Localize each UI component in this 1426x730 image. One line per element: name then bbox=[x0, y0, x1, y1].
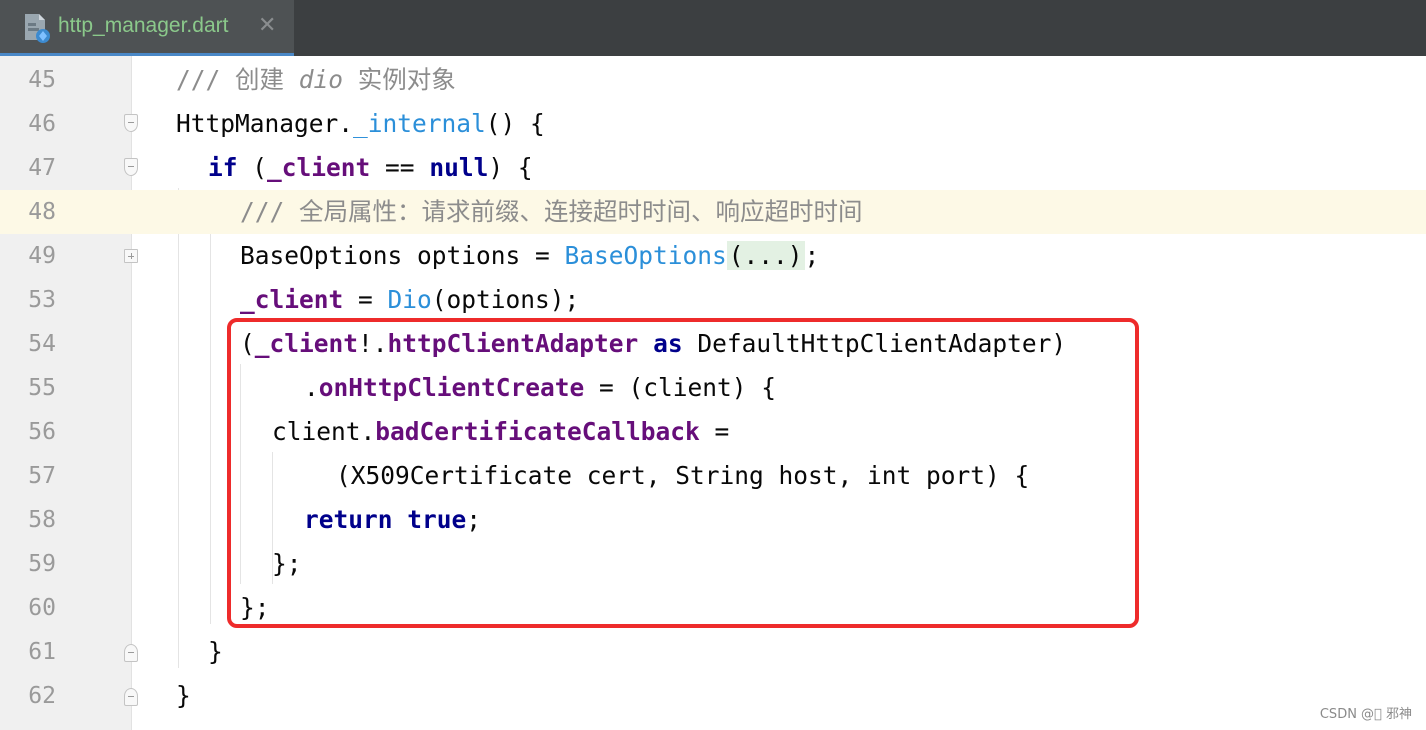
code-token: _internal bbox=[353, 109, 486, 138]
fold-expand-icon[interactable] bbox=[124, 249, 138, 263]
code-token: 实例对象 bbox=[343, 65, 456, 94]
code-token: if bbox=[208, 153, 238, 182]
line-number: 55 bbox=[28, 375, 56, 401]
tab-filename: http_manager.dart bbox=[58, 14, 229, 37]
code-token: BaseOptions bbox=[564, 241, 727, 270]
code-line: 46 HttpManager._internal() { bbox=[0, 102, 1426, 146]
line-code: BaseOptions options = BaseOptions(...); bbox=[240, 234, 819, 278]
line-code: _client = Dio(options); bbox=[240, 278, 579, 322]
code-token: BaseOptions options = bbox=[240, 241, 565, 270]
code-token: Dio bbox=[387, 285, 432, 314]
line-code: /// 全局属性：请求前缀、连接超时时间、响应超时时间 bbox=[240, 190, 863, 234]
code-line: 45 /// 创建 dio 实例对象 bbox=[0, 58, 1426, 102]
line-number: 53 bbox=[28, 287, 56, 313]
fold-end-icon[interactable] bbox=[124, 644, 138, 662]
code-token: } bbox=[208, 637, 223, 666]
code-token: HttpManager. bbox=[176, 109, 354, 138]
red-highlight-annotation bbox=[227, 318, 1139, 628]
code-token: dio bbox=[298, 65, 344, 94]
code-token: } bbox=[176, 681, 191, 710]
code-line: 62 } bbox=[0, 674, 1426, 718]
line-number: 59 bbox=[28, 551, 56, 577]
fold-collapse-icon[interactable] bbox=[124, 158, 138, 176]
line-number: 48 bbox=[28, 199, 56, 225]
line-number: 49 bbox=[28, 243, 56, 269]
code-line: 61 } bbox=[0, 630, 1426, 674]
line-number: 46 bbox=[28, 111, 56, 137]
line-code: } bbox=[208, 630, 223, 674]
watermark: CSDN @  邪神 bbox=[1319, 707, 1412, 722]
code-token: _client bbox=[267, 153, 371, 182]
code-line: 49 BaseOptions options = BaseOptions(...… bbox=[0, 234, 1426, 278]
line-number: 58 bbox=[28, 507, 56, 533]
line-code: /// 创建 dio 实例对象 bbox=[176, 58, 456, 102]
code-token: /// 创建 bbox=[176, 65, 299, 94]
fold-end-icon[interactable] bbox=[124, 688, 138, 706]
close-icon[interactable]: ✕ bbox=[258, 13, 276, 38]
code-token: == bbox=[370, 153, 430, 182]
line-number: 45 bbox=[28, 67, 56, 93]
code-token: ) { bbox=[488, 153, 533, 182]
line-number: 47 bbox=[28, 155, 56, 181]
code-token: (...) bbox=[726, 241, 805, 270]
code-token: ( bbox=[237, 153, 268, 182]
line-number: 54 bbox=[28, 331, 56, 357]
line-code: if (_client == null) { bbox=[208, 146, 533, 190]
fold-collapse-icon[interactable] bbox=[124, 114, 138, 132]
code-line-current: 48 /// 全局属性：请求前缀、连接超时时间、响应超时时间 bbox=[0, 190, 1426, 234]
code-token: null bbox=[429, 153, 489, 182]
editor-tab-bar: http_manager.dart ✕ bbox=[0, 0, 1426, 56]
code-line: 47 if (_client == null) { bbox=[0, 146, 1426, 190]
line-number: 60 bbox=[28, 595, 56, 621]
code-token: () { bbox=[485, 109, 545, 138]
line-number: 57 bbox=[28, 463, 56, 489]
line-code: HttpManager._internal() { bbox=[176, 102, 545, 146]
code-token: = bbox=[343, 285, 388, 314]
code-token: /// 全局属性：请求前缀、连接超时时间、响应超时时间 bbox=[240, 197, 863, 226]
line-number: 56 bbox=[28, 419, 56, 445]
line-number: 61 bbox=[28, 639, 56, 665]
code-token: (options); bbox=[431, 285, 580, 314]
code-line: 53 _client = Dio(options); bbox=[0, 278, 1426, 322]
code-token: ; bbox=[804, 241, 820, 270]
line-code: } bbox=[176, 674, 191, 718]
dart-file-icon bbox=[25, 14, 50, 43]
editor-tab[interactable]: http_manager.dart ✕ bbox=[0, 0, 294, 56]
line-number: 62 bbox=[28, 683, 56, 709]
code-token: _client bbox=[240, 285, 344, 314]
